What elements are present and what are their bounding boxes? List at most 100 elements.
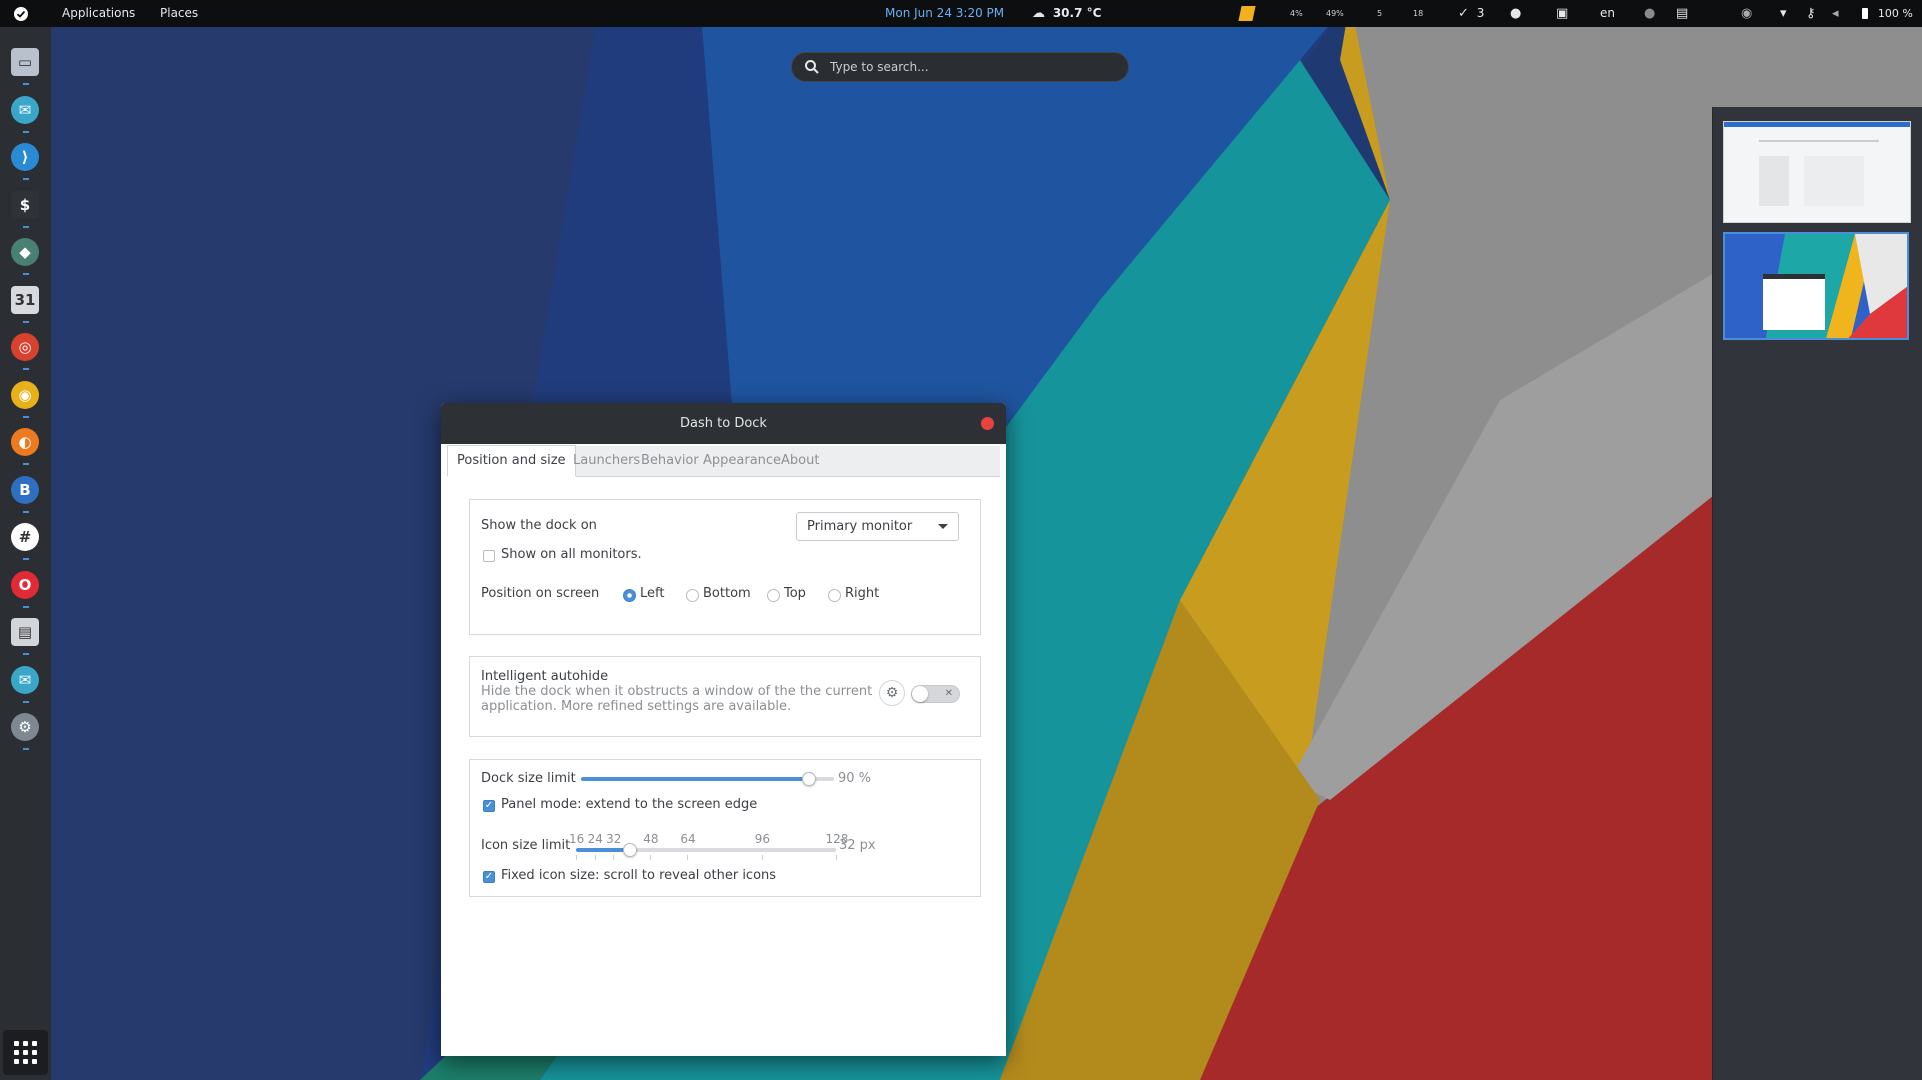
top-bar: Applications Places Mon Jun 24 3:20 PM ☁…	[0, 0, 1922, 27]
cloud-icon: ☁	[1032, 6, 1045, 21]
tab-position-and-size[interactable]: Position and size	[447, 445, 576, 477]
dock-item-firefox[interactable]: ◐	[6, 425, 44, 465]
running-indicator	[23, 558, 29, 560]
settings-tabs: Position and size Launchers Behavior App…	[447, 445, 1000, 477]
dock-item-screenshot[interactable]: ◎	[6, 330, 44, 370]
dock-item-opera[interactable]: O	[6, 568, 44, 608]
icon-size-slider[interactable]	[576, 848, 836, 852]
dock-size-slider-handle[interactable]	[801, 772, 816, 786]
running-indicator	[23, 368, 29, 370]
autohide-settings-button[interactable]: ⚙	[879, 680, 905, 706]
running-indicator	[23, 748, 29, 750]
chat-icon[interactable]: ●	[1510, 0, 1521, 27]
position-top-radio[interactable]	[767, 589, 780, 602]
dock-item-settings[interactable]: ⚙	[6, 710, 44, 750]
dock-item-text-editor[interactable]: ▤	[6, 615, 44, 655]
firefox-icon: ◐	[11, 428, 39, 456]
fixed-icon-size-checkbox[interactable]: ✓	[483, 871, 495, 883]
places-menu[interactable]: Places	[160, 0, 198, 27]
dock-item-mail2[interactable]: ✉	[6, 663, 44, 703]
search-placeholder: Type to search...	[830, 60, 929, 74]
close-button[interactable]	[981, 417, 994, 430]
close-icon: ✕	[944, 688, 953, 699]
gear-icon: ⚙	[885, 685, 899, 701]
fixed-icon-size-label: Fixed icon size: scroll to reveal other …	[501, 868, 777, 883]
weather-temp: 30.7 °C	[1052, 6, 1102, 20]
autohide-frame: Intelligent autohide Hide the dock when …	[469, 656, 981, 737]
icon-size-mark: 64	[680, 832, 696, 846]
position-right-radio[interactable]	[828, 589, 841, 602]
dock-item-mail[interactable]: ✉	[6, 93, 44, 133]
workspace-switcher	[1712, 107, 1922, 1080]
panel-mode-label: Panel mode: extend to the screen edge	[501, 797, 758, 812]
net-down-indicator: 18	[1413, 9, 1424, 18]
weather-indicator[interactable]: ☁ 30.7 °C	[1032, 0, 1101, 27]
dock-item-bluej[interactable]: B	[6, 473, 44, 513]
opera-icon: O	[11, 570, 39, 599]
switch-knob	[912, 686, 928, 702]
show-all-monitors-label: Show on all monitors.	[501, 547, 642, 562]
vpn-icon[interactable]: ◉	[1741, 0, 1752, 27]
settings-icon: ⚙	[11, 713, 39, 741]
notes-icon[interactable]	[1238, 6, 1256, 21]
clipboard-icon[interactable]: ▣	[1556, 0, 1568, 27]
search-field[interactable]: Type to search...	[791, 52, 1129, 82]
dock-item-clipboard[interactable]: ◆	[6, 235, 44, 275]
dock-size-label: Dock size limit	[481, 771, 576, 786]
activities-check-icon[interactable]	[14, 0, 28, 27]
checkmark-icon: ✓	[1458, 6, 1469, 21]
icon-size-tick	[594, 855, 596, 860]
tasks-indicator[interactable]: ✓ 3	[1458, 0, 1484, 27]
autohide-switch[interactable]: ✕	[911, 685, 960, 703]
status-icon[interactable]: ●	[1644, 0, 1655, 27]
chevron-down-icon	[938, 524, 948, 529]
tab-about[interactable]: About	[772, 446, 828, 476]
text-editor-icon: ▤	[11, 618, 39, 646]
terminal-icon: $	[11, 190, 39, 219]
running-indicator	[23, 510, 29, 513]
running-indicator	[23, 320, 29, 323]
screen-icon[interactable]: ▤	[1676, 0, 1688, 27]
dock-size-slider[interactable]	[581, 777, 834, 781]
slack-icon: #	[11, 523, 39, 551]
workspace-thumbnail-1[interactable]	[1723, 121, 1911, 223]
dock-item-vscode[interactable]: ⟩	[6, 140, 44, 180]
net-up-indicator: 5	[1377, 9, 1383, 18]
applications-menu[interactable]: Applications	[62, 0, 135, 27]
mail2-icon: ✉	[11, 665, 39, 694]
battery-indicator[interactable]: 100 %	[1862, 0, 1913, 27]
icon-size-slider-handle[interactable]	[623, 843, 637, 857]
keyboard-language[interactable]: en	[1600, 0, 1615, 27]
screenshot-icon: ◎	[11, 333, 39, 361]
icon-size-value: 32 px	[839, 838, 876, 853]
dock-item-calendar[interactable]: 31	[6, 283, 44, 323]
files-icon: ▭	[11, 48, 39, 76]
dock-item-files[interactable]: ▭	[6, 45, 44, 85]
panel-mode-checkbox[interactable]: ✓	[483, 800, 495, 812]
wifi-icon[interactable]: ▾	[1780, 0, 1787, 27]
show-all-monitors-checkbox[interactable]	[483, 550, 495, 562]
show-dock-on-label: Show the dock on	[481, 518, 597, 533]
position-top-label: Top	[784, 586, 806, 601]
position-bottom-radio[interactable]	[686, 589, 699, 602]
show-applications-button[interactable]	[3, 1030, 48, 1075]
autohide-desc-line1: Hide the dock when it obstructs a window…	[481, 684, 873, 699]
monitor-select[interactable]: Primary monitor	[796, 512, 959, 541]
volume-icon[interactable]: ◂	[1832, 0, 1839, 27]
workspace-thumbnail-2[interactable]	[1723, 232, 1909, 340]
dialog-titlebar: Dash to Dock	[441, 403, 1006, 444]
dock-item-chrome[interactable]: ◉	[6, 378, 44, 418]
icon-size-tick	[576, 855, 577, 860]
dock: ▭ ✉ ⟩ $ ◆ 31 ◎ ◉ ◐ B # O ▤ ✉ ⚙	[0, 27, 51, 1080]
key-icon[interactable]: ⚷	[1806, 0, 1816, 27]
clock[interactable]: Mon Jun 24 3:20 PM	[885, 0, 1004, 27]
dock-item-terminal[interactable]: $	[6, 188, 44, 228]
chrome-icon: ◉	[11, 380, 39, 409]
icon-size-tick	[613, 855, 615, 860]
running-indicator	[23, 415, 29, 418]
running-indicator	[23, 130, 29, 133]
position-left-radio[interactable]	[623, 589, 636, 602]
monitor-select-value: Primary monitor	[807, 519, 913, 534]
position-right-label: Right	[845, 586, 880, 601]
dock-item-slack[interactable]: #	[6, 520, 44, 560]
